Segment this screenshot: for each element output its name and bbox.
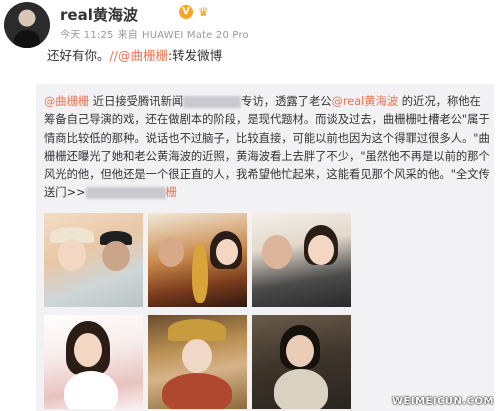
face-shape-2: [216, 239, 238, 265]
redacted-link[interactable]: [85, 187, 166, 200]
weibo-post: real黄海波 V ♛ 今天 11:25 来自 HUAWEI Mate 20 Pro…: [0, 0, 500, 411]
face-shape: [58, 239, 86, 271]
face-shape: [262, 235, 292, 269]
repost-trailing: 栅: [165, 186, 177, 200]
redacted-block: [183, 96, 242, 108]
username[interactable]: real黄海波: [60, 4, 138, 25]
photo-6[interactable]: [252, 315, 351, 409]
post-time[interactable]: 今天 11:25: [60, 30, 114, 41]
face-shape: [286, 335, 314, 367]
trophy-shape: [192, 243, 208, 303]
site-watermark: WEIMEICUN.COM: [391, 396, 494, 407]
photo-2[interactable]: [148, 213, 247, 307]
repost-text: @曲栅栅 近日接受腾讯新闻 专访，透露了老公@real黄海波 的近况，称他在筹备自…: [44, 93, 490, 203]
headdress-shape: [168, 319, 226, 341]
face-shape: [182, 339, 212, 373]
face-shape: [74, 333, 102, 367]
face-shape-2: [102, 241, 130, 271]
photo-4[interactable]: [44, 315, 143, 409]
post-meta: 今天 11:25 来自 HUAWEI Mate 20 Pro: [60, 26, 253, 41]
repost-text-seg2: 专访，透露了老公: [241, 95, 332, 108]
post-text-tail: :转发微博: [167, 48, 223, 63]
face-shape-2: [308, 235, 334, 265]
photo-3[interactable]: [252, 213, 351, 307]
dress-shape: [64, 371, 118, 409]
post-text: 还好有你。//@曲栅栅:转发微博: [47, 45, 222, 64]
shirt-shape: [274, 369, 328, 409]
repost-text-seg3: 的近况，称他在筹备自己导演的戏，还在做剧本的阶段，是现代题材。而谈及过去，曲栅栅…: [44, 95, 490, 200]
photo-5[interactable]: [148, 315, 247, 409]
source-device[interactable]: HUAWEI Mate 20 Pro: [142, 30, 249, 41]
photo-1[interactable]: [44, 213, 143, 307]
source-prefix: 来自: [117, 30, 139, 41]
face-shape: [158, 237, 184, 267]
mention-link[interactable]: //@曲栅栅: [110, 48, 168, 63]
user-avatar[interactable]: [4, 2, 50, 48]
costume-shape: [162, 373, 232, 409]
verified-badge-icon: V: [179, 5, 193, 19]
repost-mention-link[interactable]: @曲栅栅: [44, 95, 89, 108]
repost-text-seg1: 近日接受腾讯新闻: [89, 95, 184, 108]
repost-mention2-link[interactable]: @real黄海波: [332, 95, 399, 108]
post-text-main: 还好有你。: [47, 48, 110, 63]
crown-icon: ♛: [198, 5, 209, 19]
